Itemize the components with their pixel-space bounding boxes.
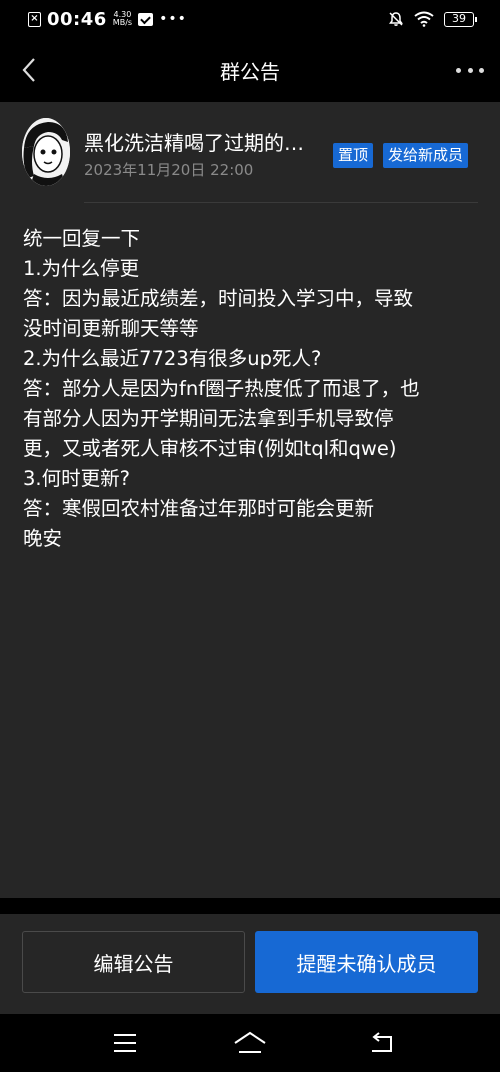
header-divider — [84, 202, 478, 203]
avatar[interactable] — [22, 118, 70, 186]
body-line: 答：寒假回农村准备过年那时可能会更新 — [23, 497, 375, 520]
body-line: 晚安 — [23, 527, 63, 550]
nav-bar: 群公告 — [0, 38, 500, 102]
pinned-badge: 置顶 — [333, 143, 374, 168]
status-time: 00:46 — [47, 8, 107, 30]
bell-muted-icon — [389, 12, 403, 26]
body-line: 没时间更新聊天等等 — [23, 317, 199, 340]
avatar-cartoon-icon — [22, 118, 70, 186]
more-dot-icon — [467, 67, 473, 73]
notification-close-icon: × — [28, 11, 41, 27]
return-icon[interactable] — [369, 1031, 395, 1055]
status-right: 39 — [388, 11, 477, 27]
more-notifications-icon: ••• — [159, 11, 187, 27]
chevron-left-icon — [22, 58, 35, 82]
back-button[interactable] — [14, 54, 44, 86]
body-line: 3.何时更新? — [23, 467, 130, 490]
message-notification-icon — [138, 12, 154, 26]
body-line: 答：部分人是因为fnf圈子热度低了而退了，也 — [23, 377, 420, 400]
announcement-header: 黑化洗洁精喝了过期的… 2023年11月20日 22:00 置顶 发给新成员 — [22, 118, 478, 188]
send-to-new-members-badge: 发给新成员 — [383, 143, 469, 168]
network-speed-unit: MB/s — [112, 18, 133, 27]
edit-announcement-button[interactable]: 编辑公告 — [22, 931, 245, 993]
home-icon[interactable] — [233, 1031, 267, 1055]
status-bar: × 00:46 4.30 MB/s ••• 39 — [0, 0, 500, 38]
network-speed: 4.30 MB/s — [113, 11, 132, 27]
wifi-icon — [414, 11, 434, 27]
announcement-body: 统一回复一下 1.为什么停更 答：因为最近成绩差，时间投入学习中，导致 没时间更… — [23, 224, 479, 554]
more-dot-icon — [479, 67, 484, 73]
remind-unconfirmed-button[interactable]: 提醒未确认成员 — [255, 931, 478, 993]
battery-icon: 39 — [444, 11, 477, 27]
announcement-card: 黑化洗洁精喝了过期的… 2023年11月20日 22:00 置顶 发给新成员 统… — [0, 102, 500, 898]
page-title: 群公告 — [220, 59, 280, 84]
more-options-button[interactable] — [456, 60, 484, 80]
body-line: 有部分人因为开学期间无法拿到手机导致停 — [23, 407, 394, 430]
author-name: 黑化洗洁精喝了过期的… — [84, 131, 304, 155]
menu-icon[interactable] — [113, 1032, 137, 1054]
post-timestamp: 2023年11月20日 22:00 — [84, 161, 254, 179]
body-line: 更，又或者死人审核不过审(例如tql和qwe) — [23, 437, 397, 460]
body-line: 答：因为最近成绩差，时间投入学习中，导致 — [23, 287, 414, 310]
more-dot-icon — [456, 67, 461, 73]
body-line: 统一回复一下 — [23, 227, 141, 250]
action-bar: 编辑公告 提醒未确认成员 — [0, 914, 500, 1014]
body-line: 1.为什么停更 — [23, 257, 140, 280]
body-line: 2.为什么最近7723有很多up死人? — [23, 347, 322, 370]
system-nav-bar — [0, 1014, 500, 1072]
status-left: × 00:46 4.30 MB/s ••• — [28, 9, 388, 30]
